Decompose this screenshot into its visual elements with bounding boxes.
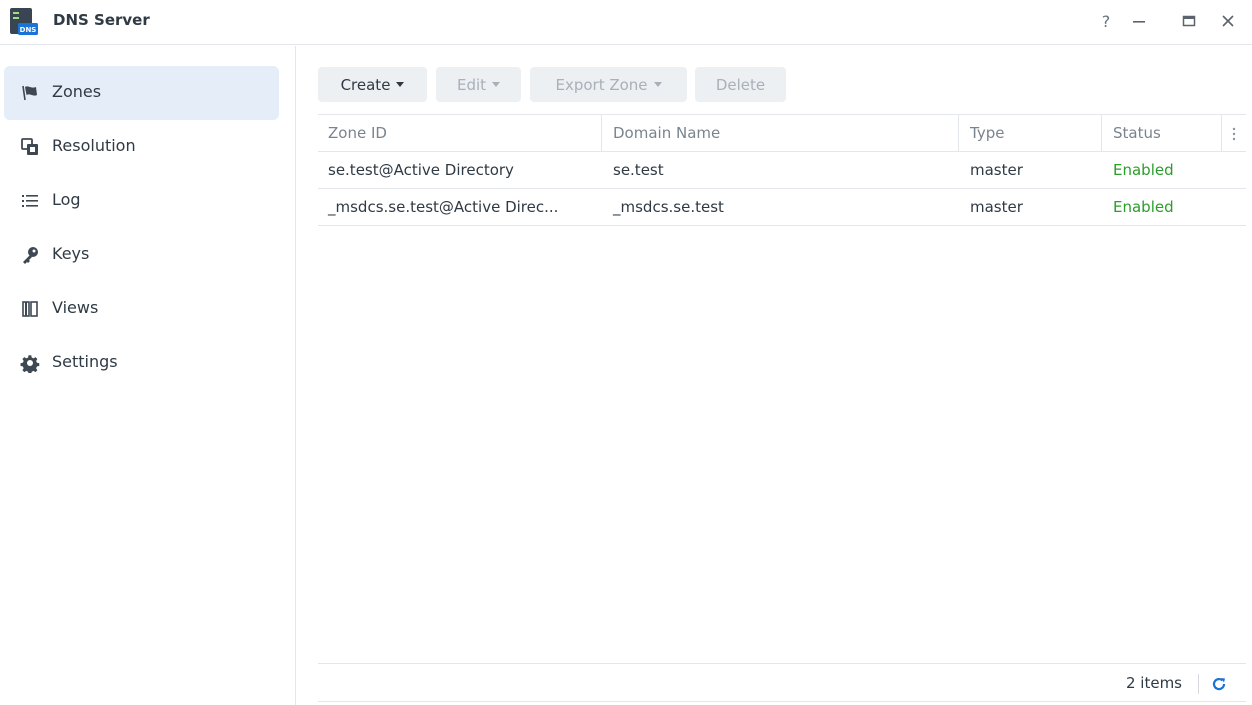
flag-icon xyxy=(20,83,40,103)
help-icon: ? xyxy=(1101,11,1111,31)
gear-icon xyxy=(20,353,40,373)
maximize-button[interactable] xyxy=(1178,10,1200,32)
refresh-button[interactable] xyxy=(1208,673,1230,695)
chevron-down-icon xyxy=(653,82,662,87)
cell-status: Enabled xyxy=(1113,161,1174,179)
sidebar-item-label: Keys xyxy=(52,244,90,263)
sidebar-item-label: Settings xyxy=(52,352,118,371)
sidebar-item-label: Views xyxy=(52,298,99,317)
sidebar-item-label: Log xyxy=(52,190,81,209)
minimize-button[interactable] xyxy=(1128,10,1150,32)
cell-zone-id: se.test@Active Directory xyxy=(328,161,514,179)
resolution-icon xyxy=(20,137,40,157)
sidebar-item-keys[interactable]: Keys xyxy=(4,228,279,282)
refresh-icon xyxy=(1212,677,1226,691)
table-row[interactable]: _msdcs.se.test@Active Direc... _msdcs.se… xyxy=(318,189,1246,226)
cell-domain-name: _msdcs.se.test xyxy=(613,198,724,216)
cell-type: master xyxy=(970,198,1023,216)
edit-button-label: Edit xyxy=(456,75,487,94)
sidebar-item-label: Resolution xyxy=(52,136,136,155)
delete-button-label: Delete xyxy=(715,75,766,94)
sidebar-item-views[interactable]: Views xyxy=(4,282,279,336)
cell-type: master xyxy=(970,161,1023,179)
close-icon xyxy=(1222,15,1234,27)
table-row[interactable]: se.test@Active Directory se.test master … xyxy=(318,152,1246,189)
list-icon xyxy=(20,191,40,211)
column-header-zone-id[interactable]: Zone ID xyxy=(318,115,602,152)
cell-zone-id: _msdcs.se.test@Active Direc... xyxy=(328,198,559,216)
delete-button[interactable]: Delete xyxy=(695,67,786,102)
sidebar-item-label: Zones xyxy=(52,82,102,101)
cell-status: Enabled xyxy=(1113,198,1174,216)
export-zone-button-label: Export Zone xyxy=(555,75,648,94)
book-icon xyxy=(20,299,40,319)
maximize-icon xyxy=(1182,15,1196,27)
window-title: DNS Server xyxy=(53,11,150,29)
sidebar: Zones Resolution Log Keys Views Settings xyxy=(0,46,296,705)
column-header-status[interactable]: Status xyxy=(1103,115,1222,152)
key-icon xyxy=(20,245,40,265)
cell-domain-name: se.test xyxy=(613,161,664,179)
help-button[interactable]: ? xyxy=(1095,10,1117,32)
item-count: 2 items xyxy=(1125,674,1182,692)
more-vertical-icon xyxy=(1232,127,1236,140)
column-header-domain-name[interactable]: Domain Name xyxy=(603,115,959,152)
close-button[interactable] xyxy=(1217,10,1239,32)
sidebar-item-settings[interactable]: Settings xyxy=(4,336,279,390)
export-zone-button[interactable]: Export Zone xyxy=(530,67,687,102)
dns-server-app-icon: DNS xyxy=(8,7,39,37)
create-button[interactable]: Create xyxy=(318,67,427,102)
create-button-label: Create xyxy=(340,75,391,94)
svg-text:DNS: DNS xyxy=(20,26,37,34)
footer-divider xyxy=(1198,674,1199,694)
column-header-type[interactable]: Type xyxy=(960,115,1102,152)
sidebar-item-log[interactable]: Log xyxy=(4,174,279,228)
column-options-button[interactable] xyxy=(1222,115,1246,152)
table-footer: 2 items xyxy=(318,663,1246,702)
minimize-icon xyxy=(1133,21,1145,23)
sidebar-item-zones[interactable]: Zones xyxy=(4,66,279,120)
table-header: Zone ID Domain Name Type Status xyxy=(318,114,1246,152)
edit-button[interactable]: Edit xyxy=(436,67,521,102)
title-bar: DNS DNS Server ? xyxy=(0,0,1252,45)
chevron-down-icon xyxy=(396,82,405,87)
chevron-down-icon xyxy=(492,82,501,87)
sidebar-item-resolution[interactable]: Resolution xyxy=(4,120,279,174)
